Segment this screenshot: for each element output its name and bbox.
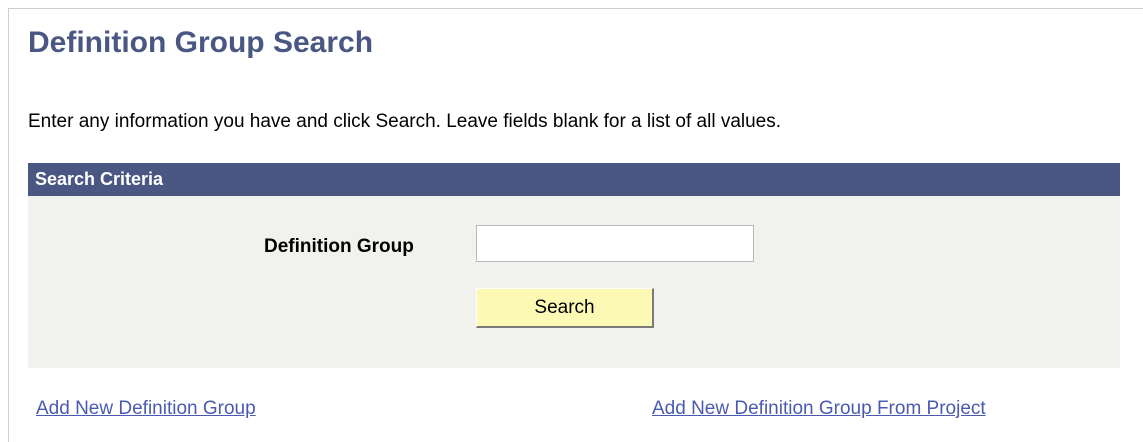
add-new-definition-group-from-project-link[interactable]: Add New Definition Group From Project	[652, 398, 986, 420]
search-criteria-header: Search Criteria	[28, 163, 1120, 196]
definition-group-label: Definition Group	[264, 236, 414, 257]
add-new-definition-group-link[interactable]: Add New Definition Group	[36, 398, 256, 420]
instructions-text: Enter any information you have and click…	[28, 111, 782, 132]
search-criteria-panel: Search Criteria Definition Group Search	[28, 163, 1120, 368]
search-button[interactable]: Search	[476, 288, 654, 328]
definition-group-input[interactable]	[476, 225, 754, 262]
page-title: Definition Group Search	[28, 26, 374, 59]
